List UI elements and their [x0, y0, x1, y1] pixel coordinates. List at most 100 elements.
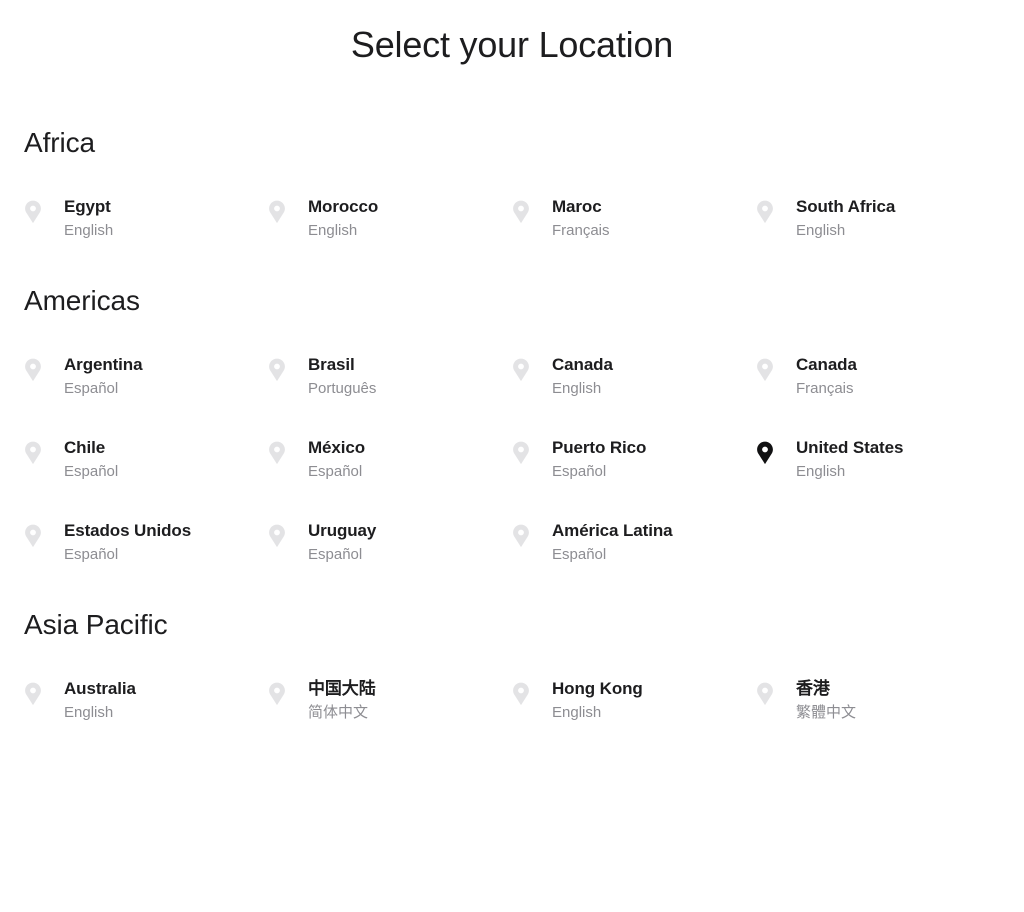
location-text: Canada English — [552, 354, 613, 399]
location-name: Puerto Rico — [552, 438, 647, 457]
location-name: Argentina — [64, 355, 143, 374]
map-pin-icon — [756, 354, 796, 382]
location-name: Uruguay — [308, 521, 377, 540]
location-name: Hong Kong — [552, 679, 643, 698]
location-item-m-xico-espa-ol[interactable]: México Español — [268, 437, 512, 482]
location-item-argentina-espa-ol[interactable]: Argentina Español — [24, 354, 268, 399]
location-item-香港-繁體中文[interactable]: 香港 繁體中文 — [756, 678, 1000, 723]
location-text: Chile Español — [64, 437, 118, 482]
location-language: Español — [308, 463, 363, 480]
location-name: Chile — [64, 438, 106, 457]
map-pin-icon — [268, 678, 308, 706]
section-heading-africa: Africa — [24, 127, 95, 158]
map-pin-icon — [268, 437, 308, 465]
location-language: Español — [64, 463, 119, 480]
location-name: Egypt — [64, 197, 111, 216]
location-text: Egypt English — [64, 196, 113, 241]
location-item-brasil-portugu-s[interactable]: Brasil Português — [268, 354, 512, 399]
section-heading-asia-pacific: Asia Pacific — [24, 609, 168, 640]
map-pin-icon — [756, 678, 796, 706]
location-name: United States — [796, 438, 904, 457]
location-language: Español — [552, 463, 607, 480]
location-sections: Africa Egypt English Morocco English Maroc Fra… — [0, 126, 1024, 723]
location-language: 繁體中文 — [796, 704, 857, 721]
location-item-united-states-english[interactable]: United States English — [756, 437, 1000, 482]
location-language: English — [64, 704, 114, 721]
location-name: Brasil — [308, 355, 355, 374]
location-text: Argentina Español — [64, 354, 143, 399]
location-language: Français — [796, 380, 854, 397]
location-item-chile-espa-ol[interactable]: Chile Español — [24, 437, 268, 482]
location-name: South Africa — [796, 197, 896, 216]
location-selector-page: Select your Location Africa Egypt English M… — [0, 0, 1024, 912]
location-text: Australia English — [64, 678, 136, 723]
location-text: Estados Unidos Español — [64, 520, 191, 565]
location-section-americas: Americas Argentina Español Brasil Português C… — [24, 284, 1000, 565]
location-language: English — [552, 380, 602, 397]
location-item-estados-unidos-espa-ol[interactable]: Estados Unidos Español — [24, 520, 268, 565]
location-name: Estados Unidos — [64, 521, 192, 540]
location-language: English — [796, 463, 846, 480]
location-text: Puerto Rico Español — [552, 437, 646, 482]
location-section-asia-pacific: Asia Pacific Australia English 中国大陆 简体中文 Hong… — [24, 608, 1000, 723]
location-name: Canada — [796, 355, 857, 374]
location-grid-africa: Egypt English Morocco English Maroc Français S… — [24, 196, 1000, 241]
map-pin-icon — [512, 354, 552, 382]
location-section-africa: Africa Egypt English Morocco English Maroc Fra… — [24, 126, 1000, 241]
location-name: 香港 — [796, 679, 830, 698]
location-item-hong-kong-english[interactable]: Hong Kong English — [512, 678, 756, 723]
location-item-canada-english[interactable]: Canada English — [512, 354, 756, 399]
location-name: Australia — [64, 679, 136, 698]
location-language: Español — [64, 546, 119, 563]
location-grid-americas: Argentina Español Brasil Português Canada Eng… — [24, 354, 1000, 565]
map-pin-icon — [268, 196, 308, 224]
location-item-australia-english[interactable]: Australia English — [24, 678, 268, 723]
location-name: Canada — [552, 355, 613, 374]
location-language: Español — [308, 546, 363, 563]
location-item-puerto-rico-espa-ol[interactable]: Puerto Rico Español — [512, 437, 756, 482]
location-name: México — [308, 438, 366, 457]
map-pin-icon — [24, 354, 64, 382]
map-pin-filled-icon — [756, 437, 796, 465]
location-item-morocco-english[interactable]: Morocco English — [268, 196, 512, 241]
location-item-canada-fran-ais[interactable]: Canada Français — [756, 354, 1000, 399]
location-name: Morocco — [308, 197, 379, 216]
location-text: 香港 繁體中文 — [796, 678, 856, 723]
map-pin-icon — [756, 196, 796, 224]
location-text: Brasil Português — [308, 354, 376, 399]
location-language: Español — [64, 380, 119, 397]
location-item-uruguay-espa-ol[interactable]: Uruguay Español — [268, 520, 512, 565]
location-item-maroc-fran-ais[interactable]: Maroc Français — [512, 196, 756, 241]
map-pin-icon — [268, 520, 308, 548]
location-language: Español — [552, 546, 607, 563]
map-pin-icon — [24, 196, 64, 224]
location-item-south-africa-english[interactable]: South Africa English — [756, 196, 1000, 241]
map-pin-icon — [512, 520, 552, 548]
location-item-中国大陆-简体中文[interactable]: 中国大陆 简体中文 — [268, 678, 512, 723]
location-text: South Africa English — [796, 196, 895, 241]
page-title: Select your Location — [350, 24, 674, 65]
location-text: Maroc Français — [552, 196, 610, 241]
section-heading-americas: Americas — [24, 285, 140, 316]
map-pin-icon — [512, 437, 552, 465]
location-item-am-rica-latina-espa-ol[interactable]: América Latina Español — [512, 520, 756, 565]
location-text: Uruguay Español — [308, 520, 376, 565]
location-name: Maroc — [552, 197, 602, 216]
map-pin-icon — [512, 196, 552, 224]
location-text: Canada Français — [796, 354, 857, 399]
location-text: América Latina Español — [552, 520, 673, 565]
location-name: América Latina — [552, 521, 673, 540]
map-pin-icon — [268, 354, 308, 382]
location-text: 中国大陆 简体中文 — [308, 678, 376, 723]
map-pin-icon — [24, 437, 64, 465]
location-name: 中国大陆 — [308, 679, 376, 698]
location-grid-asia-pacific: Australia English 中国大陆 简体中文 Hong Kong English… — [24, 678, 1000, 723]
map-pin-icon — [24, 678, 64, 706]
location-language: Português — [308, 380, 377, 397]
location-language: English — [308, 222, 358, 239]
map-pin-icon — [24, 520, 64, 548]
location-language: English — [64, 222, 114, 239]
location-text: Morocco English — [308, 196, 378, 241]
location-item-egypt-english[interactable]: Egypt English — [24, 196, 268, 241]
location-text: Hong Kong English — [552, 678, 643, 723]
